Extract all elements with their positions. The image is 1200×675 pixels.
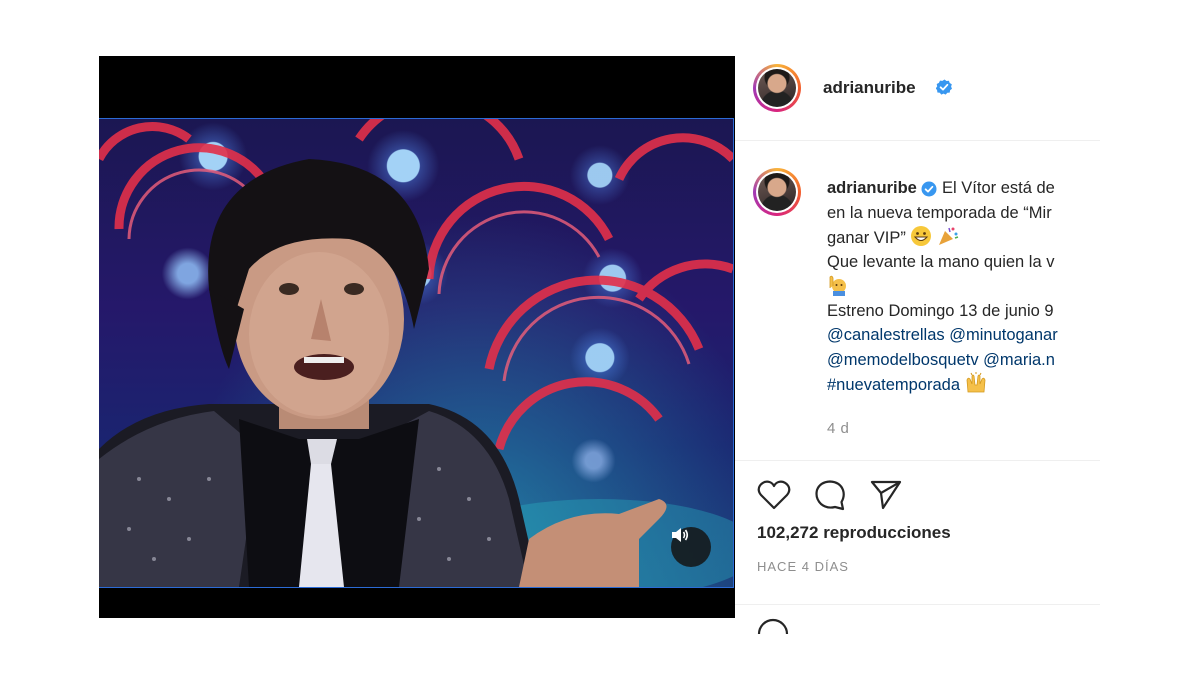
- views-number: 102,272: [757, 523, 819, 542]
- views-label: reproducciones: [823, 523, 951, 542]
- mention-link[interactable]: @maria.n: [983, 351, 1055, 369]
- post-header: adrianuribe: [735, 56, 1100, 141]
- caption-text: El Vítor está de: [942, 179, 1055, 197]
- mention-link[interactable]: @minutoganar: [949, 326, 1057, 344]
- caption-time-ago[interactable]: 4 d: [827, 420, 849, 437]
- video-player[interactable]: [99, 118, 734, 588]
- views-count[interactable]: 102,272 reproducciones: [757, 523, 951, 543]
- profile-photo: [758, 69, 796, 107]
- send-icon[interactable]: [869, 479, 903, 516]
- comment-divider: [735, 604, 1100, 605]
- caption-username[interactable]: adrianuribe: [827, 179, 917, 197]
- comment-icon[interactable]: [813, 479, 847, 516]
- mention-link[interactable]: @memodelbosquetv: [827, 351, 979, 369]
- caption-text: ganar VIP”: [827, 229, 906, 247]
- avatar[interactable]: [753, 64, 801, 112]
- mentions-line-1: @canalestrellas @minutoganar: [827, 323, 1100, 348]
- raising-hands-emoji-icon: [965, 372, 987, 402]
- post-caption: adrianuribe El Vítor está de en la nueva…: [827, 176, 1100, 397]
- caption-text: en la nueva temporada de “Mir: [827, 203, 1052, 222]
- post-details-panel: adrianuribe adrianuribe El Vítor está de…: [735, 56, 1100, 675]
- mentions-line-2: @memodelbosquetv @maria.n: [827, 348, 1100, 373]
- hashtag-line: #nuevatemporada: [827, 372, 1100, 397]
- mute-button[interactable]: [671, 527, 711, 567]
- mention-link[interactable]: @canalestrellas: [827, 326, 945, 344]
- heart-icon[interactable]: [757, 479, 791, 516]
- verified-badge-icon: [935, 79, 952, 95]
- actions-divider: [735, 460, 1100, 462]
- caption-text: Que levante la mano quien la v: [827, 252, 1055, 271]
- caption-line-5: [827, 274, 1100, 299]
- header-username[interactable]: adrianuribe: [823, 78, 916, 98]
- profile-photo: [758, 173, 796, 211]
- caption-avatar[interactable]: [753, 168, 801, 216]
- caption-line-3: ganar VIP”: [827, 225, 1100, 250]
- caption-line-1: adrianuribe El Vítor está de: [827, 176, 1100, 201]
- post-timestamp[interactable]: HACE 4 DÍAS: [757, 559, 849, 574]
- emoji-picker-icon[interactable]: [757, 614, 789, 639]
- post-media: [99, 56, 735, 618]
- caption-text: Estreno Domingo 13 de junio 9: [827, 301, 1054, 320]
- hashtag-link[interactable]: #nuevatemporada: [827, 376, 960, 394]
- video-frame: [99, 119, 733, 587]
